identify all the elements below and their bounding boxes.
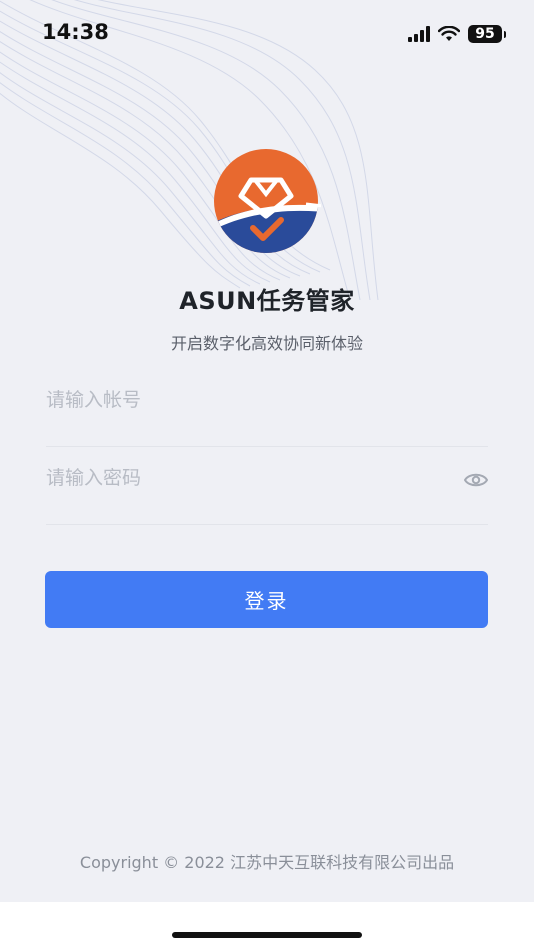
home-indicator[interactable] [172, 932, 362, 938]
battery-icon: 95 [468, 25, 506, 43]
password-field [46, 446, 488, 525]
wifi-icon [438, 26, 460, 41]
account-field [46, 368, 488, 447]
asun-logo-icon [214, 149, 321, 253]
account-input[interactable] [46, 382, 446, 418]
copyright-text: Copyright © 2022 江苏中天互联科技有限公司出品 [79, 853, 455, 872]
status-time: 14:38 [42, 20, 109, 44]
app-subtitle: 开启数字化高效协同新体验 [170, 334, 363, 353]
battery-level: 95 [468, 25, 502, 43]
login-button[interactable]: 登录 [45, 571, 488, 628]
app-title: ASUN任务管家 [179, 287, 355, 315]
status-icons: 95 [408, 22, 506, 46]
login-screen: 14:38 95 ASUN任务管家 开启数字化高效协同新体验 请输入帐号 登录 … [0, 0, 534, 902]
cellular-signal-icon [408, 26, 430, 42]
status-bar: 14:38 95 [0, 0, 534, 66]
password-input[interactable] [46, 460, 446, 496]
eye-icon[interactable] [464, 470, 488, 490]
home-indicator-area [0, 902, 534, 950]
